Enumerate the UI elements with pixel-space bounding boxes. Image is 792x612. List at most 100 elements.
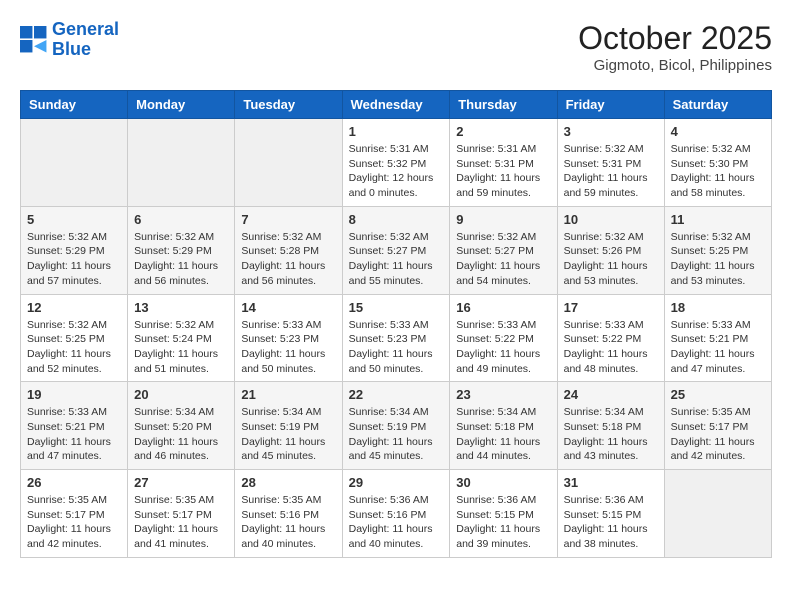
calendar-cell: 3Sunrise: 5:32 AM Sunset: 5:31 PM Daylig… xyxy=(557,119,664,207)
day-number: 20 xyxy=(134,387,228,402)
day-info: Sunrise: 5:31 AM Sunset: 5:31 PM Dayligh… xyxy=(456,142,550,201)
calendar-cell: 5 Sunrise: 5:32 AM Sunset: 5:29 PM Daylig… xyxy=(21,206,128,294)
calendar-cell: 2 Sunrise: 5:31 AM Sunset: 5:31 PM Daylig… xyxy=(450,119,557,207)
day-info: Sunrise: 5:32 AM Sunset: 5:26 PM Dayligh… xyxy=(564,230,658,289)
day-number: 2 xyxy=(456,124,550,139)
day-number: 29 xyxy=(349,475,444,490)
day-info: Sunrise: 5:35 AM Sunset: 5:16 PM Dayligh… xyxy=(241,493,335,552)
logo-text-blue: Blue xyxy=(52,40,119,60)
calendar-cell: 26Sunrise: 5:35 AM Sunset: 5:17 PM Dayli… xyxy=(21,470,128,558)
day-number: 21 xyxy=(241,387,335,402)
day-number: 23 xyxy=(456,387,550,402)
day-number: 16 xyxy=(456,300,550,315)
day-number: 28 xyxy=(241,475,335,490)
calendar-week-4: 19 Sunrise: 5:33 AM Sunset: 5:21 PM Dayli… xyxy=(21,382,772,470)
weekday-header-sunday: Sunday xyxy=(21,91,128,119)
day-number: 24 xyxy=(564,387,658,402)
calendar-table: SundayMondayTuesdayWednesdayThursdayFrid… xyxy=(20,90,772,558)
calendar-cell: 7 Sunrise: 5:32 AM Sunset: 5:28 PM Daylig… xyxy=(235,206,342,294)
logo-text-general: General xyxy=(52,20,119,40)
calendar-cell: 13Sunrise: 5:32 AM Sunset: 5:24 PM Dayli… xyxy=(128,294,235,382)
day-number: 27 xyxy=(134,475,228,490)
day-info: Sunrise: 5:34 AM Sunset: 5:18 PM Dayligh… xyxy=(564,405,658,464)
weekday-header-tuesday: Tuesday xyxy=(235,91,342,119)
calendar-cell: 8Sunrise: 5:32 AM Sunset: 5:27 PM Daylig… xyxy=(342,206,450,294)
day-info: Sunrise: 5:34 AM Sunset: 5:19 PM Dayligh… xyxy=(241,405,335,464)
day-number: 12 xyxy=(27,300,121,315)
calendar-cell: 10Sunrise: 5:32 AM Sunset: 5:26 PM Dayli… xyxy=(557,206,664,294)
day-info: Sunrise: 5:35 AM Sunset: 5:17 PM Dayligh… xyxy=(134,493,228,552)
day-number: 11 xyxy=(671,212,765,227)
calendar-cell: 15Sunrise: 5:33 AM Sunset: 5:23 PM Dayli… xyxy=(342,294,450,382)
day-number: 15 xyxy=(349,300,444,315)
calendar-cell: 11Sunrise: 5:32 AM Sunset: 5:25 PM Dayli… xyxy=(664,206,771,294)
calendar-cell xyxy=(21,119,128,207)
calendar-week-5: 26Sunrise: 5:35 AM Sunset: 5:17 PM Dayli… xyxy=(21,470,772,558)
calendar-cell xyxy=(128,119,235,207)
weekday-header-wednesday: Wednesday xyxy=(342,91,450,119)
day-info: Sunrise: 5:33 AM Sunset: 5:22 PM Dayligh… xyxy=(456,318,550,377)
calendar-cell: 20 Sunrise: 5:34 AM Sunset: 5:20 PM Dayli… xyxy=(128,382,235,470)
calendar-cell: 22Sunrise: 5:34 AM Sunset: 5:19 PM Dayli… xyxy=(342,382,450,470)
day-number: 9 xyxy=(456,212,550,227)
day-number: 19 xyxy=(27,387,121,402)
month-title: October 2025 xyxy=(578,20,772,57)
day-info: Sunrise: 5:35 AM Sunset: 5:17 PM Dayligh… xyxy=(671,405,765,464)
weekday-header-friday: Friday xyxy=(557,91,664,119)
calendar-week-2: 5 Sunrise: 5:32 AM Sunset: 5:29 PM Daylig… xyxy=(21,206,772,294)
calendar-cell xyxy=(235,119,342,207)
weekday-header-saturday: Saturday xyxy=(664,91,771,119)
calendar-cell: 24 Sunrise: 5:34 AM Sunset: 5:18 PM Dayli… xyxy=(557,382,664,470)
calendar-cell: 25 Sunrise: 5:35 AM Sunset: 5:17 PM Dayli… xyxy=(664,382,771,470)
day-info: Sunrise: 5:32 AM Sunset: 5:27 PM Dayligh… xyxy=(456,230,550,289)
logo-icon xyxy=(20,26,48,54)
day-number: 18 xyxy=(671,300,765,315)
logo: General Blue xyxy=(20,20,119,60)
day-number: 3 xyxy=(564,124,658,139)
weekday-header-monday: Monday xyxy=(128,91,235,119)
calendar-week-1: 1Sunrise: 5:31 AM Sunset: 5:32 PM Daylig… xyxy=(21,119,772,207)
day-info: Sunrise: 5:33 AM Sunset: 5:21 PM Dayligh… xyxy=(671,318,765,377)
day-number: 25 xyxy=(671,387,765,402)
day-number: 13 xyxy=(134,300,228,315)
day-info: Sunrise: 5:32 AM Sunset: 5:29 PM Dayligh… xyxy=(27,230,121,289)
weekday-header-thursday: Thursday xyxy=(450,91,557,119)
calendar-cell: 29 Sunrise: 5:36 AM Sunset: 5:16 PM Dayli… xyxy=(342,470,450,558)
day-info: Sunrise: 5:34 AM Sunset: 5:20 PM Dayligh… xyxy=(134,405,228,464)
calendar-cell: 12 Sunrise: 5:32 AM Sunset: 5:25 PM Dayli… xyxy=(21,294,128,382)
day-info: Sunrise: 5:31 AM Sunset: 5:32 PM Dayligh… xyxy=(349,142,444,201)
day-info: Sunrise: 5:33 AM Sunset: 5:23 PM Dayligh… xyxy=(241,318,335,377)
calendar-cell: 18 Sunrise: 5:33 AM Sunset: 5:21 PM Dayli… xyxy=(664,294,771,382)
day-number: 31 xyxy=(564,475,658,490)
day-number: 30 xyxy=(456,475,550,490)
calendar-cell xyxy=(664,470,771,558)
calendar-cell: 30 Sunrise: 5:36 AM Sunset: 5:15 PM Dayli… xyxy=(450,470,557,558)
calendar-cell: 9 Sunrise: 5:32 AM Sunset: 5:27 PM Daylig… xyxy=(450,206,557,294)
day-info: Sunrise: 5:36 AM Sunset: 5:16 PM Dayligh… xyxy=(349,493,444,552)
day-info: Sunrise: 5:32 AM Sunset: 5:27 PM Dayligh… xyxy=(349,230,444,289)
calendar-cell: 16 Sunrise: 5:33 AM Sunset: 5:22 PM Dayli… xyxy=(450,294,557,382)
day-info: Sunrise: 5:35 AM Sunset: 5:17 PM Dayligh… xyxy=(27,493,121,552)
day-info: Sunrise: 5:34 AM Sunset: 5:19 PM Dayligh… xyxy=(349,405,444,464)
page-header: General Blue October 2025 Gigmoto, Bicol… xyxy=(20,20,772,74)
day-number: 6 xyxy=(134,212,228,227)
calendar-cell: 27 Sunrise: 5:35 AM Sunset: 5:17 PM Dayli… xyxy=(128,470,235,558)
title-block: October 2025 Gigmoto, Bicol, Philippines xyxy=(578,20,772,74)
day-info: Sunrise: 5:33 AM Sunset: 5:22 PM Dayligh… xyxy=(564,318,658,377)
day-info: Sunrise: 5:32 AM Sunset: 5:25 PM Dayligh… xyxy=(27,318,121,377)
calendar-cell: 23Sunrise: 5:34 AM Sunset: 5:18 PM Dayli… xyxy=(450,382,557,470)
day-info: Sunrise: 5:32 AM Sunset: 5:28 PM Dayligh… xyxy=(241,230,335,289)
calendar-week-3: 12 Sunrise: 5:32 AM Sunset: 5:25 PM Dayli… xyxy=(21,294,772,382)
day-info: Sunrise: 5:32 AM Sunset: 5:30 PM Dayligh… xyxy=(671,142,765,201)
day-number: 5 xyxy=(27,212,121,227)
calendar-cell: 31Sunrise: 5:36 AM Sunset: 5:15 PM Dayli… xyxy=(557,470,664,558)
day-info: Sunrise: 5:33 AM Sunset: 5:21 PM Dayligh… xyxy=(27,405,121,464)
day-info: Sunrise: 5:32 AM Sunset: 5:29 PM Dayligh… xyxy=(134,230,228,289)
day-number: 4 xyxy=(671,124,765,139)
location-subtitle: Gigmoto, Bicol, Philippines xyxy=(578,57,772,74)
day-info: Sunrise: 5:36 AM Sunset: 5:15 PM Dayligh… xyxy=(456,493,550,552)
day-number: 7 xyxy=(241,212,335,227)
calendar-cell: 19 Sunrise: 5:33 AM Sunset: 5:21 PM Dayli… xyxy=(21,382,128,470)
day-number: 17 xyxy=(564,300,658,315)
calendar-cell: 14Sunrise: 5:33 AM Sunset: 5:23 PM Dayli… xyxy=(235,294,342,382)
